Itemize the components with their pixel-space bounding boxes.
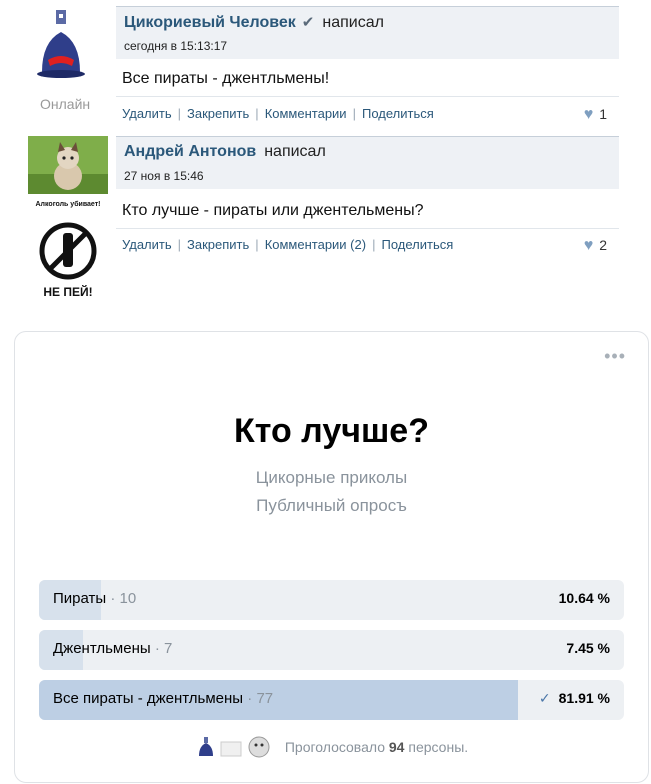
poll-option-label: Пираты [53, 590, 107, 607]
pin-link[interactable]: Закрепить [187, 237, 249, 252]
poll-option-count: 7 [164, 640, 173, 657]
divider [116, 96, 619, 97]
poll-card: ••• Кто лучше? Цикорные приколы Публичны… [14, 331, 649, 783]
comments-link[interactable]: Комментарии (2) [265, 237, 366, 252]
voted-count: 94 [388, 739, 405, 756]
poll-title: Кто лучше? [234, 412, 429, 450]
heart-icon: ♥ [583, 106, 594, 123]
online-status: Онлайн [40, 96, 91, 112]
like-count: 1 [599, 106, 607, 122]
poll-option-label: Все пираты - джентльмены [53, 690, 244, 707]
post-text: Кто лучше - пираты или джентельмены? [122, 202, 424, 219]
wall-post: Алкоголь убивает! НЕ ПЕЙ! Андрей Антонов… [0, 134, 651, 305]
poll-options: Пираты · 10 10.64 % Джентльмены · 7 7.45… [39, 580, 624, 730]
post-time[interactable]: 27 ноя в 15:46 [124, 169, 204, 183]
author-link[interactable]: Андрей Антонов [124, 143, 256, 160]
post-actions: Удалить | Закрепить | Комментарии | Поделиться [122, 106, 434, 121]
delete-link[interactable]: Удалить [122, 106, 172, 121]
checkmark-icon: ✓ [538, 690, 551, 706]
kitten-photo [28, 136, 108, 194]
poll-option-selected[interactable]: Все пираты - джентльмены · 77 ✓ 81.91 % [39, 680, 624, 720]
author-link[interactable]: Цикориевый Человек [124, 14, 296, 31]
banner-text: НЕ ПЕЙ! [43, 285, 93, 299]
poll-source[interactable]: Цикорные приколы [15, 468, 648, 488]
like-count: 2 [599, 237, 607, 253]
poll-option-percent: 10.64 % [558, 590, 610, 606]
poll-footer: Проголосовало 94 персоны. [15, 736, 648, 761]
anti-alcohol-banner: Алкоголь убивает! НЕ ПЕЙ! [28, 199, 108, 305]
avatar[interactable]: Алкоголь убивает! НЕ ПЕЙ! [28, 136, 110, 305]
poll-option-label: Джентльмены [53, 640, 151, 657]
more-options-icon[interactable]: ••• [604, 346, 626, 367]
post-time[interactable]: сегодня в 15:13:17 [124, 39, 227, 53]
post-header: Цикориевый Человек ✔ написал сегодня в 15:… [116, 6, 619, 59]
post-header: Андрей Антонов написал 27 ноя в 15:46 [116, 136, 619, 189]
verified-check-icon: ✔ [301, 14, 315, 31]
poll-option[interactable]: Джентльмены · 7 7.45 % [39, 630, 624, 670]
poll-option-count: 10 [119, 590, 137, 607]
poll-option[interactable]: Пираты · 10 10.64 % [39, 580, 624, 620]
voted-suffix: персоны. [408, 739, 469, 756]
voted-prefix: Проголосовало [284, 739, 385, 756]
post-text: Все пираты - джентльмены! [122, 70, 330, 87]
avatar[interactable] [28, 2, 110, 87]
delete-link[interactable]: Удалить [122, 237, 172, 252]
voter-avatars-icon [198, 736, 270, 758]
post-actions: Удалить | Закрепить | Комментарии (2) | Подели… [122, 237, 454, 252]
wall-post: Онлайн Цикориевый Человек ✔ написал сегодн… [0, 0, 651, 128]
chicory-man-avatar-icon [37, 10, 85, 78]
poll-option-percent: 81.91 % [558, 690, 610, 706]
poll-type: Публичный опросъ [256, 496, 407, 515]
share-link[interactable]: Поделиться [362, 106, 434, 121]
heart-icon: ♥ [583, 237, 594, 254]
like-button[interactable]: ♥ 2 [584, 237, 607, 255]
comments-link[interactable]: Комментарии [265, 106, 347, 121]
post-action: написал [322, 14, 384, 31]
divider [116, 228, 619, 229]
no-drinking-icon [39, 222, 97, 280]
pin-link[interactable]: Закрепить [187, 106, 249, 121]
voter-avatars[interactable] [195, 736, 275, 761]
post-action: написал [264, 143, 326, 160]
poll-option-count: 77 [256, 690, 274, 707]
banner-caption: Алкоголь убивает! [35, 201, 101, 208]
poll-option-percent: 7.45 % [566, 640, 610, 656]
share-link[interactable]: Поделиться [381, 237, 453, 252]
like-button[interactable]: ♥ 1 [584, 106, 607, 124]
